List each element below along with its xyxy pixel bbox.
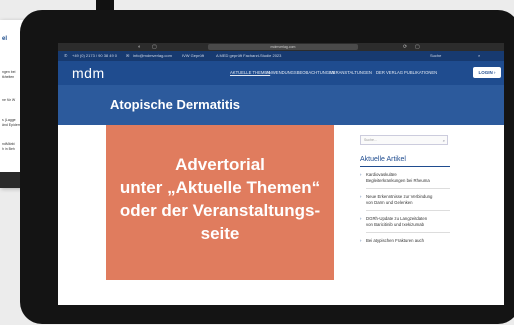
search-link[interactable]: Suche xyxy=(430,51,441,61)
advertorial-line: unter „Aktuelle Themen“ xyxy=(119,178,321,197)
article-divider xyxy=(366,210,450,211)
search-icon[interactable]: ⌕ xyxy=(443,136,445,145)
page-title: Atopische Dermatitis xyxy=(110,97,241,112)
sheet-line: ngen bei xyxy=(2,70,16,74)
site-header: mdm AKTUELLE THEMEN ANWENDUNGSBEOBACHTUN… xyxy=(58,61,504,85)
browser-share-icon[interactable]: ▢ xyxy=(415,44,420,50)
tablet-screen: ◐ ▢ mdmverlag.com ⟳ ▢ ✆ +49 (0) 2173 / 9… xyxy=(58,43,504,305)
browser-chrome: ◐ ▢ mdmverlag.com ⟳ ▢ xyxy=(58,43,504,51)
search-icon[interactable]: ⌕ xyxy=(478,51,480,61)
sheet-line: s (Lagge xyxy=(2,118,16,122)
search-placeholder: Suche... xyxy=(364,138,377,142)
sheet-line: ne für W xyxy=(2,98,16,102)
article-divider xyxy=(366,232,450,233)
advertorial-line: oder der Veranstaltungs- xyxy=(119,201,321,220)
article-link[interactable]: › DGRh-Update zu Langzeitdaten von Baric… xyxy=(360,216,460,228)
nav-der-verlag[interactable]: DER VERLAG xyxy=(376,70,403,75)
mail-icon: ✉ xyxy=(126,53,130,58)
site-logo[interactable]: mdm xyxy=(72,65,105,81)
sheet-line: ndMärkt xyxy=(2,142,15,146)
ivw-label: IVW Geprüft xyxy=(182,53,205,58)
nav-anwendungsbeobachtungen[interactable]: ANWENDUNGSBEOBACHTUNGEN xyxy=(266,70,335,75)
phone-icon: ✆ xyxy=(64,53,68,58)
chevron-right-icon: › xyxy=(360,172,362,177)
login-label: LOGIN xyxy=(478,70,493,75)
article-divider xyxy=(366,188,450,189)
top-info-bar: ✆ +49 (0) 2173 / 90 38 49 0 ✉ info@mdmve… xyxy=(58,51,504,61)
phone-number[interactable]: +49 (0) 2173 / 90 38 49 0 xyxy=(72,51,117,61)
advertorial-placeholder[interactable]: Advertorial unter „Aktuelle Themen“ oder… xyxy=(106,125,334,280)
sheet-line: änd Epidem xyxy=(2,123,21,127)
chevron-right-icon: › xyxy=(360,194,362,199)
nav-veranstaltungen[interactable]: VERANSTALTUNGEN xyxy=(330,70,372,75)
sheet-title: el xyxy=(2,36,8,42)
main-content: Advertorial unter „Aktuelle Themen“ oder… xyxy=(58,125,504,305)
article-link[interactable]: › Kardiovaskuläre Begleiterkrankungen be… xyxy=(360,172,460,184)
study-label: A MED geprüft Facharzt-Studie 2023 xyxy=(216,53,282,58)
chevron-right-icon: › xyxy=(494,70,496,75)
chevron-right-icon: › xyxy=(360,216,362,221)
chevron-right-icon: › xyxy=(360,238,362,243)
browser-tab-icon[interactable]: ▢ xyxy=(152,44,157,50)
page-hero: Atopische Dermatitis xyxy=(58,85,504,125)
advertorial-line: Advertorial xyxy=(175,155,265,174)
sidebar-search-input[interactable]: Suche... ⌕ xyxy=(360,135,448,145)
article-link[interactable]: › Neue Erkenntnisse zur Verbindung von D… xyxy=(360,194,460,206)
sidebar-divider xyxy=(360,166,450,167)
tablet-device: ◐ ▢ mdmverlag.com ⟳ ▢ ✆ +49 (0) 2173 / 9… xyxy=(20,10,514,324)
article-link[interactable]: › Bei atypischen Frakturen auch xyxy=(360,238,460,244)
advertorial-line: seite xyxy=(200,224,240,243)
email-link[interactable]: info@mdmverlag.com xyxy=(133,51,172,61)
sheet-line: tkheiten xyxy=(2,75,15,79)
sidebar-title: Aktuelle Artikel xyxy=(360,156,406,163)
nav-aktuelle-themen[interactable]: AKTUELLE THEMEN xyxy=(230,70,270,75)
sheet-line: h in Beh xyxy=(2,147,15,151)
nav-publikationen[interactable]: PUBLIKATIONEN xyxy=(404,70,437,75)
login-button[interactable]: LOGIN › xyxy=(473,67,501,78)
browser-nav-icon[interactable]: ◐ xyxy=(138,44,141,50)
browser-url-bar[interactable]: mdmverlag.com xyxy=(208,44,358,50)
browser-reload-icon[interactable]: ⟳ xyxy=(403,44,407,50)
